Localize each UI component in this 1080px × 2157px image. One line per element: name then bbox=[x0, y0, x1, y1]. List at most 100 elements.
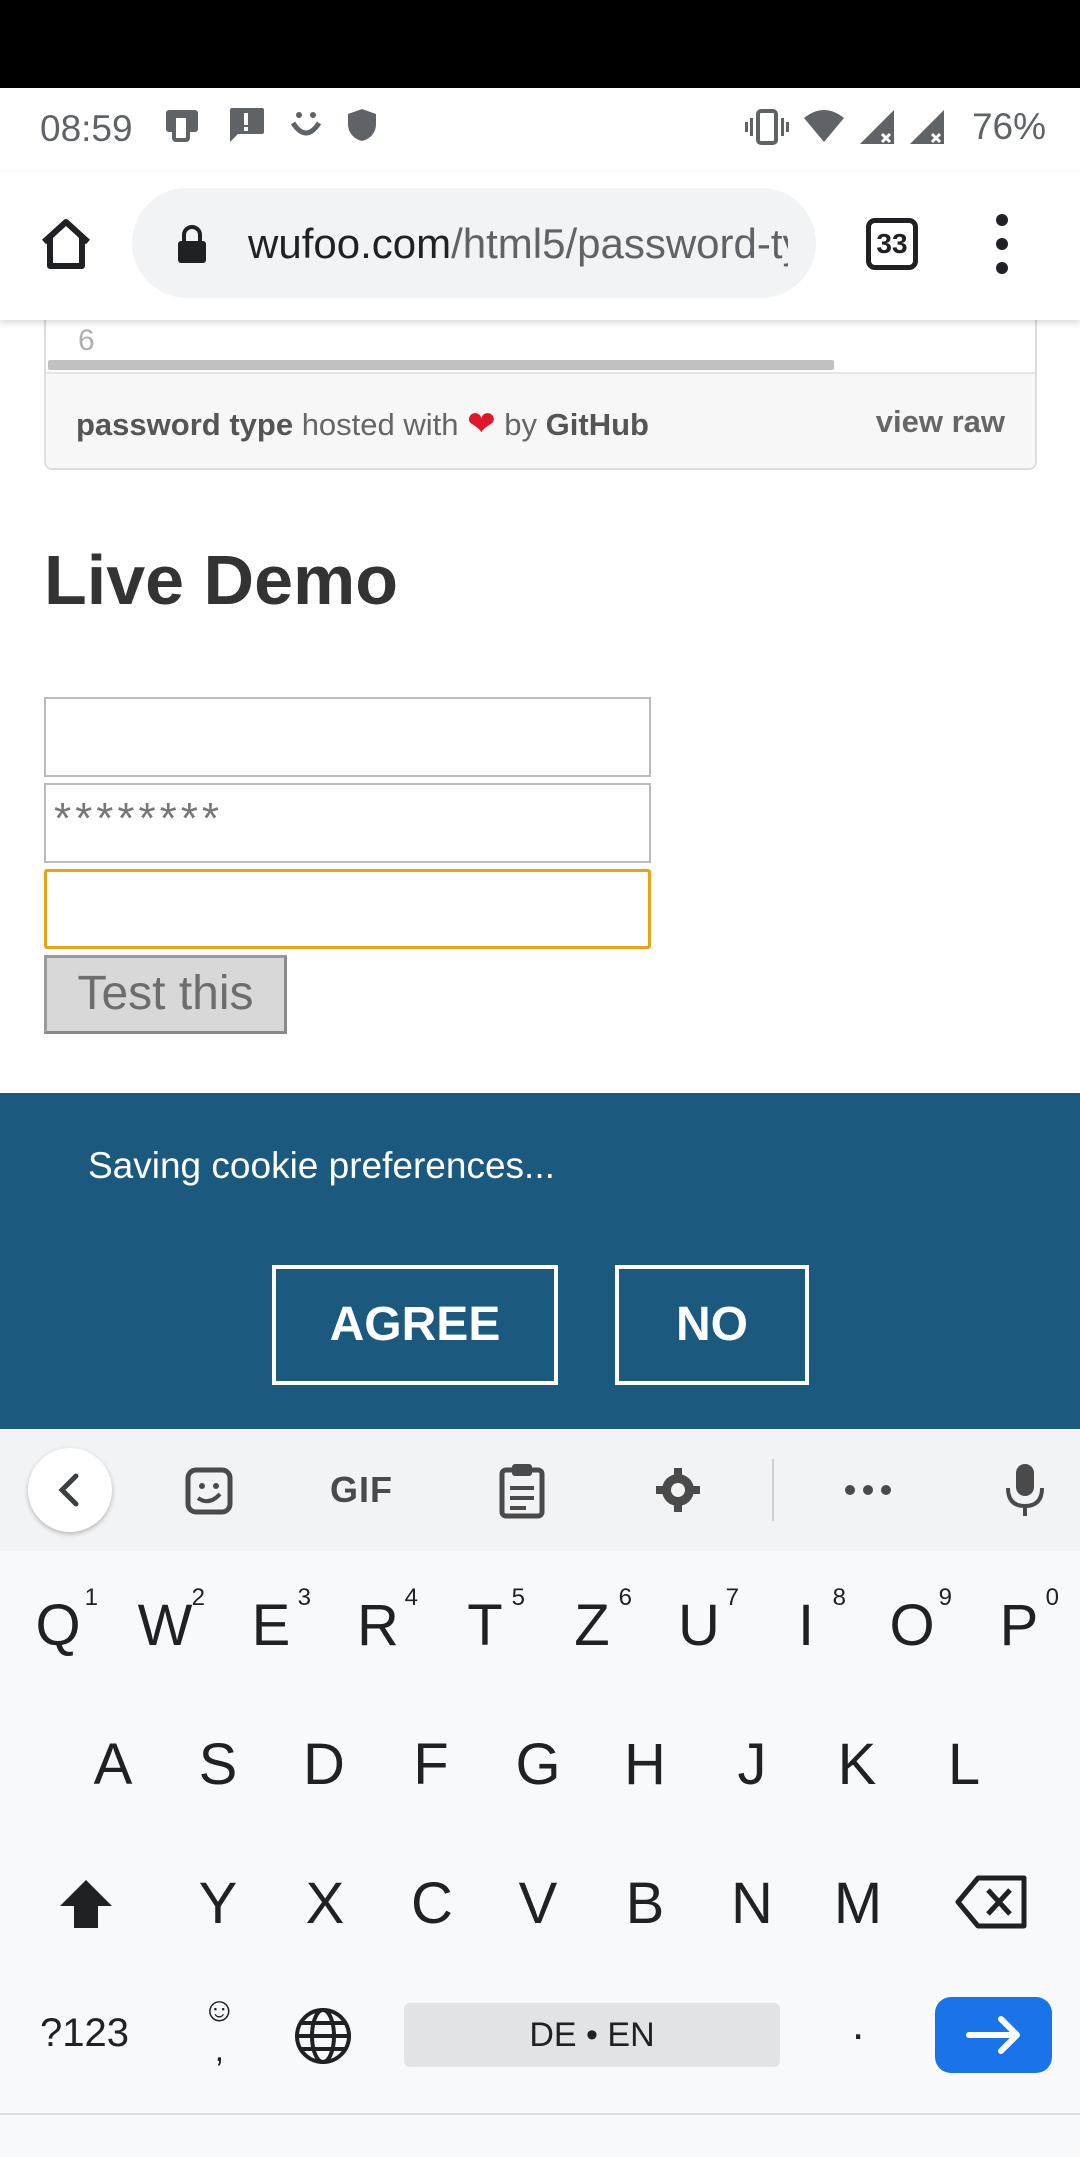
settings-gear-icon[interactable] bbox=[650, 1460, 706, 1520]
test-this-button[interactable]: Test this bbox=[44, 955, 287, 1034]
status-time: 08:59 bbox=[40, 108, 133, 149]
view-raw-link[interactable]: view raw bbox=[876, 404, 1005, 440]
period-key[interactable]: . bbox=[852, 2000, 864, 2050]
home-button[interactable] bbox=[36, 214, 96, 274]
password-confirm-field[interactable] bbox=[44, 869, 651, 949]
keyboard-back-button[interactable] bbox=[28, 1448, 112, 1532]
gist-by: by bbox=[504, 407, 538, 442]
key-i[interactable]: I8 bbox=[766, 1584, 846, 1659]
key-u[interactable]: U7 bbox=[659, 1584, 739, 1659]
backspace-key[interactable] bbox=[954, 1874, 1030, 1935]
key-number-hint: 9 bbox=[938, 1584, 952, 1611]
password-field[interactable]: ******** bbox=[44, 783, 651, 863]
key-label: I bbox=[797, 1593, 815, 1658]
smiley-icon bbox=[290, 112, 322, 136]
key-r[interactable]: R4 bbox=[338, 1584, 418, 1659]
gif-button[interactable]: GIF bbox=[330, 1469, 393, 1511]
key-label: W bbox=[137, 1593, 193, 1658]
overflow-menu-button[interactable] bbox=[990, 214, 1014, 278]
key-number-hint: 7 bbox=[725, 1584, 739, 1611]
lock-icon bbox=[178, 225, 206, 263]
space-bar[interactable]: DE • EN bbox=[404, 2003, 780, 2067]
microphone-icon[interactable] bbox=[1000, 1460, 1050, 1520]
key-m[interactable]: M bbox=[818, 1870, 898, 1937]
key-f[interactable]: F bbox=[391, 1731, 471, 1798]
key-number-hint: 1 bbox=[84, 1584, 98, 1611]
gist-line-number: 6 bbox=[78, 324, 95, 357]
key-k[interactable]: K bbox=[817, 1731, 897, 1798]
key-label: T bbox=[467, 1593, 503, 1658]
emoji-icon: ☺ bbox=[202, 1991, 237, 2029]
key-j[interactable]: J bbox=[712, 1731, 792, 1798]
enter-key[interactable] bbox=[935, 1997, 1052, 2073]
shift-key[interactable] bbox=[56, 1876, 116, 1937]
comma-key[interactable]: ☺ , bbox=[202, 1990, 237, 2070]
key-z[interactable]: Z6 bbox=[552, 1584, 632, 1659]
clipboard-icon[interactable] bbox=[494, 1460, 550, 1520]
alert-message-icon bbox=[230, 108, 264, 142]
key-s[interactable]: S bbox=[178, 1731, 258, 1798]
key-l[interactable]: L bbox=[924, 1731, 1004, 1798]
key-number-hint: 5 bbox=[511, 1584, 525, 1611]
key-label: P bbox=[999, 1593, 1039, 1658]
cell-signal-2-icon bbox=[909, 110, 944, 144]
key-w[interactable]: W2 bbox=[125, 1584, 205, 1659]
gist-horizontal-scrollbar[interactable] bbox=[48, 360, 834, 370]
wifi-icon bbox=[803, 110, 844, 142]
github-link[interactable]: GitHub bbox=[546, 407, 649, 442]
gist-file-link[interactable]: password type bbox=[76, 407, 293, 442]
gist-meta: password type hosted with ❤ by GitHub vi… bbox=[46, 372, 1035, 468]
cookie-banner: Saving cookie preferences... AGREE NO bbox=[0, 1093, 1080, 1429]
no-button[interactable]: NO bbox=[615, 1265, 809, 1385]
battery-percent: 76% bbox=[971, 106, 1046, 147]
key-number-hint: 6 bbox=[618, 1584, 632, 1611]
key-y[interactable]: Y bbox=[178, 1870, 258, 1937]
key-label: E bbox=[251, 1593, 291, 1658]
key-number-hint: 4 bbox=[404, 1584, 418, 1611]
url-domain: wufoo.com bbox=[248, 220, 452, 267]
key-a[interactable]: A bbox=[73, 1731, 153, 1798]
globe-icon[interactable] bbox=[292, 2005, 354, 2067]
agree-button[interactable]: AGREE bbox=[272, 1265, 558, 1385]
page-heading: Live Demo bbox=[44, 541, 398, 619]
gist-meta-text: password type hosted with ❤ by GitHub bbox=[76, 404, 649, 444]
comma-label: , bbox=[214, 2031, 225, 2069]
symbols-key[interactable]: ?123 bbox=[40, 2011, 129, 2056]
key-p[interactable]: P0 bbox=[979, 1584, 1059, 1659]
url-path: /html5/password-type bbox=[451, 220, 788, 267]
key-g[interactable]: G bbox=[498, 1731, 578, 1798]
notification-icons bbox=[162, 106, 378, 144]
backspace-icon bbox=[955, 1875, 1027, 1929]
key-e[interactable]: E3 bbox=[231, 1584, 311, 1659]
shift-arrow-icon bbox=[60, 1880, 112, 1928]
key-q[interactable]: Q1 bbox=[18, 1584, 98, 1659]
gist-embed: 6 password type hosted with ❤ by GitHub … bbox=[44, 300, 1037, 470]
key-c[interactable]: C bbox=[392, 1870, 472, 1937]
key-label: U bbox=[678, 1593, 720, 1658]
browser-toolbar: wufoo.com/html5/password-type 33 bbox=[0, 172, 1080, 320]
heart-icon: ❤ bbox=[467, 405, 496, 443]
key-h[interactable]: H bbox=[605, 1731, 685, 1798]
key-n[interactable]: N bbox=[712, 1870, 792, 1937]
key-d[interactable]: D bbox=[284, 1731, 364, 1798]
more-options-icon[interactable] bbox=[840, 1460, 896, 1520]
sticker-icon[interactable] bbox=[182, 1460, 238, 1520]
key-number-hint: 2 bbox=[191, 1584, 205, 1611]
shield-icon bbox=[348, 109, 376, 141]
key-x[interactable]: X bbox=[285, 1870, 365, 1937]
key-label: R bbox=[357, 1593, 399, 1658]
address-bar[interactable]: wufoo.com/html5/password-type bbox=[132, 188, 816, 298]
key-label: O bbox=[889, 1593, 935, 1658]
chevron-left-icon bbox=[58, 1473, 79, 1507]
system-icons: 76% bbox=[744, 106, 1046, 148]
key-v[interactable]: V bbox=[498, 1870, 578, 1937]
keyboard-toolbar: GIF bbox=[0, 1429, 1080, 1551]
key-o[interactable]: O9 bbox=[872, 1584, 952, 1659]
username-field[interactable] bbox=[44, 697, 651, 777]
nav-bar bbox=[0, 2113, 1080, 2157]
key-t[interactable]: T5 bbox=[445, 1584, 525, 1659]
key-b[interactable]: B bbox=[605, 1870, 685, 1937]
tab-switcher-button[interactable]: 33 bbox=[866, 218, 918, 270]
vibrate-icon bbox=[744, 109, 789, 145]
cell-signal-icon bbox=[859, 110, 894, 144]
